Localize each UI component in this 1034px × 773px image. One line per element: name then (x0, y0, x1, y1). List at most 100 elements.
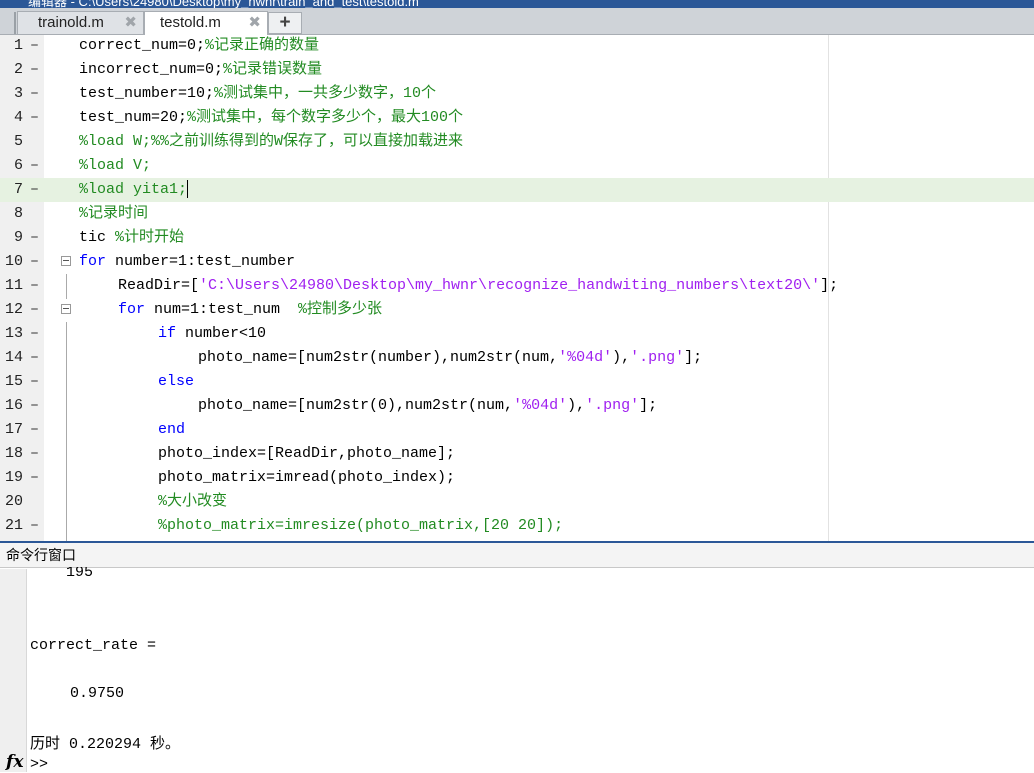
breakpoint-marker[interactable]: – (30, 466, 39, 490)
editor-tab-bar: trainold.m ✖ testold.m ✖ + (0, 8, 1034, 35)
code-text: %load W;%%之前训练得到的W保存了，可以直接加载进来 (79, 130, 463, 154)
breakpoint-marker[interactable]: – (30, 106, 39, 130)
line-number[interactable]: 1 (0, 35, 23, 58)
code-text: photo_name=[num2str(number),num2str(num,… (198, 346, 702, 370)
line-number[interactable]: 20 (0, 490, 23, 514)
breakpoint-marker[interactable]: – (30, 82, 39, 106)
code-line[interactable]: 14– photo_name=[num2str(number),num2str(n… (0, 346, 1034, 370)
breakpoint-marker[interactable]: – (30, 226, 39, 250)
breakpoint-marker[interactable]: – (30, 154, 39, 178)
command-prompt[interactable]: >> (30, 756, 48, 773)
code-text: %photo_matrix=imresize(photo_matrix,[20 … (158, 514, 563, 538)
code-line[interactable]: 8 %记录时间 (0, 202, 1034, 226)
breakpoint-marker[interactable]: – (30, 35, 39, 58)
breakpoint-marker[interactable]: – (30, 322, 39, 346)
code-text: %load V; (79, 154, 151, 178)
command-window-title: 命令行窗口 (0, 543, 1034, 568)
code-line[interactable]: 13– if number<10 (0, 322, 1034, 346)
breakpoint-marker[interactable]: – (30, 250, 39, 274)
code-line[interactable]: 2– incorrect_num=0;%记录错误数量 (0, 58, 1034, 82)
tab-trainold[interactable]: trainold.m ✖ (17, 11, 144, 34)
breakpoint-marker[interactable]: – (30, 514, 39, 538)
line-number[interactable]: 11 (0, 274, 23, 298)
code-text: correct_num=0;%记录正确的数量 (79, 35, 319, 58)
code-text: else (158, 370, 194, 394)
line-number[interactable]: 8 (0, 202, 23, 226)
line-number[interactable]: 12 (0, 298, 23, 322)
output-partial-line: 195 (66, 567, 94, 581)
code-token: incorrect_num=0; (79, 61, 224, 78)
code-line[interactable]: 16– photo_name=[num2str(0),num2str(num,'%… (0, 394, 1034, 418)
line-number[interactable]: 14 (0, 346, 23, 370)
comment-token: %load V; (79, 157, 152, 174)
code-text: if number<10 (158, 322, 266, 346)
fx-icon[interactable]: fx (6, 752, 23, 772)
code-text: test_num=20;%测试集中，每个数字多少个，最大100个 (79, 106, 463, 130)
line-number[interactable]: 18 (0, 442, 23, 466)
breakpoint-marker[interactable]: – (30, 58, 39, 82)
add-tab-button[interactable]: + (268, 12, 302, 34)
code-line[interactable]: 6– %load V; (0, 154, 1034, 178)
breakpoint-marker[interactable]: – (30, 274, 39, 298)
line-number[interactable]: 9 (0, 226, 23, 250)
line-number[interactable]: 19 (0, 466, 23, 490)
fold-collapse-icon[interactable] (61, 304, 71, 314)
code-line[interactable]: 12– for num=1:test_num %控制多少张 (0, 298, 1034, 322)
string-token: '.png' (585, 397, 640, 414)
keyword-token: end (158, 421, 186, 438)
line-number[interactable]: 7 (0, 178, 23, 202)
code-text: for number=1:test_number (79, 250, 295, 274)
code-line[interactable]: 3– test_number=10;%测试集中，一共多少数字，10个 (0, 82, 1034, 106)
code-line[interactable]: 20 %大小改变 (0, 490, 1034, 514)
code-line[interactable]: 17– end (0, 418, 1034, 442)
fold-collapse-icon[interactable] (61, 256, 71, 266)
line-number[interactable]: 5 (0, 130, 23, 154)
command-window[interactable]: 命令行窗口 195 correct_rate = 0.9750 历时 0.220… (0, 543, 1034, 773)
keyword-token: if (158, 325, 177, 342)
breakpoint-marker[interactable]: – (30, 178, 39, 202)
code-line[interactable]: 5 %load W;%%之前训练得到的W保存了，可以直接加载进来 (0, 130, 1034, 154)
breakpoint-marker[interactable]: – (30, 394, 39, 418)
code-text: ReadDir=['C:\Users\24980\Desktop\my_hwnr… (118, 274, 838, 298)
line-number[interactable]: 13 (0, 322, 23, 346)
line-number[interactable]: 17 (0, 418, 23, 442)
line-number[interactable]: 2 (0, 58, 23, 82)
code-line[interactable]: 4– test_num=20;%测试集中，每个数字多少个，最大100个 (0, 106, 1034, 130)
breakpoint-marker[interactable]: – (30, 418, 39, 442)
breakpoint-marker[interactable]: – (30, 298, 39, 322)
code-line[interactable]: 9– tic %计时开始 (0, 226, 1034, 250)
code-token: photo_name=[num2str(number),num2str(num, (198, 349, 559, 366)
code-token: ReadDir=[ (118, 277, 200, 294)
comment-token: %记录错误数量 (223, 61, 323, 78)
code-line[interactable]: 21– %photo_matrix=imresize(photo_matrix,[… (0, 514, 1034, 538)
close-tab-icon[interactable]: ✖ (248, 12, 261, 33)
tab-bar-grip (14, 12, 16, 34)
code-editor[interactable]: 1– correct_num=0;%记录正确的数量 2– incorrect_num=… (0, 35, 1034, 541)
code-line[interactable]: 1– correct_num=0;%记录正确的数量 (0, 35, 1034, 58)
code-token: test_number=10; (79, 85, 215, 102)
line-number[interactable]: 15 (0, 370, 23, 394)
code-text: photo_matrix=imread(photo_index); (158, 466, 455, 490)
line-number[interactable]: 21 (0, 514, 23, 538)
line-number[interactable]: 4 (0, 106, 23, 130)
code-line[interactable]: 10– for number=1:test_number (0, 250, 1034, 274)
code-line[interactable]: 7– %load yita1; (0, 178, 1034, 202)
code-token: ]; (820, 277, 839, 294)
code-line[interactable]: 11– ReadDir=['C:\Users\24980\Desktop\my_h… (0, 274, 1034, 298)
code-line[interactable]: 15– else (0, 370, 1034, 394)
comment-token: %测试集中，每个数字多少个，最大100个 (187, 109, 464, 126)
breakpoint-marker[interactable]: – (30, 442, 39, 466)
line-number[interactable]: 10 (0, 250, 23, 274)
line-number[interactable]: 16 (0, 394, 23, 418)
tab-testold[interactable]: testold.m ✖ (144, 11, 268, 35)
code-line[interactable]: 19– photo_matrix=imread(photo_index); (0, 466, 1034, 490)
line-number[interactable]: 6 (0, 154, 23, 178)
breakpoint-marker[interactable]: – (30, 370, 39, 394)
string-token: 'C:\Users\24980\Desktop\my_hwnr\recogniz… (199, 277, 821, 294)
keyword-token: else (158, 373, 195, 390)
code-text: photo_name=[num2str(0),num2str(num,'%04d… (198, 394, 657, 418)
line-number[interactable]: 3 (0, 82, 23, 106)
close-tab-icon[interactable]: ✖ (124, 12, 137, 33)
code-line[interactable]: 18– photo_index=[ReadDir,photo_name]; (0, 442, 1034, 466)
breakpoint-marker[interactable]: – (30, 346, 39, 370)
